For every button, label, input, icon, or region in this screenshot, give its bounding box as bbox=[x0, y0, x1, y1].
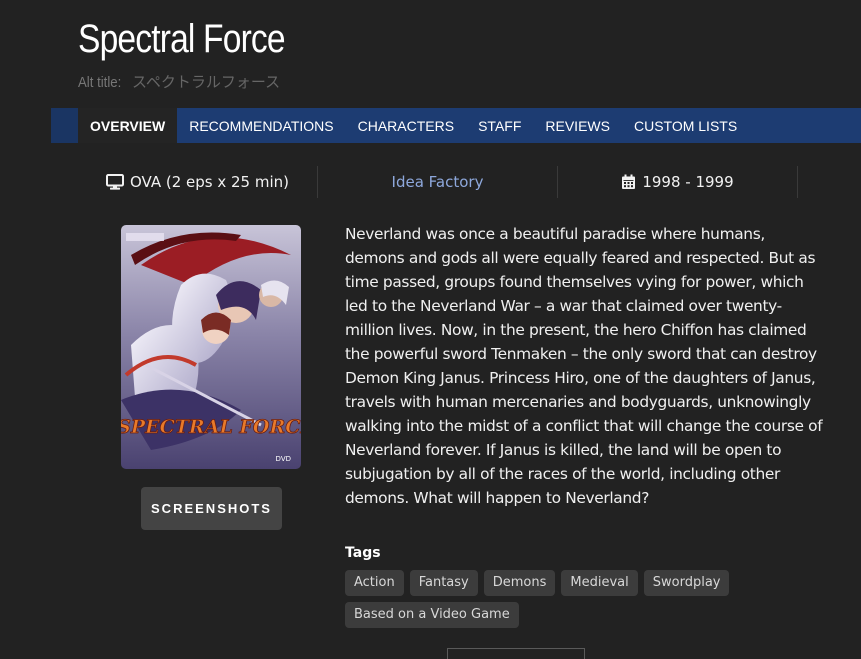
calendar-icon bbox=[622, 174, 636, 189]
tag-demons[interactable]: Demons bbox=[483, 570, 556, 596]
format-info: OVA (2 eps x 25 min) bbox=[78, 166, 318, 198]
years-text: 1998 - 1999 bbox=[642, 173, 734, 191]
alt-title: Alt title: スペクトラルフォース bbox=[78, 71, 280, 92]
cover-logo: SPECTRAL FORCE bbox=[121, 416, 301, 438]
studio-link[interactable]: Idea Factory bbox=[318, 166, 558, 198]
partial-button-below[interactable] bbox=[447, 648, 585, 659]
tab-recommendations[interactable]: RECOMMENDATIONS bbox=[177, 108, 345, 143]
tab-reviews[interactable]: REVIEWS bbox=[533, 108, 622, 143]
alt-title-label: Alt title: bbox=[78, 74, 122, 91]
tags-heading: Tags bbox=[345, 545, 381, 561]
tag-list: Action Fantasy Demons Medieval Swordplay… bbox=[345, 570, 765, 628]
monitor-icon bbox=[105, 174, 124, 190]
tag-based-on-a-video-game[interactable]: Based on a Video Game bbox=[345, 602, 519, 628]
info-bar: OVA (2 eps x 25 min) Idea Factory 1998 -… bbox=[78, 166, 798, 198]
tab-custom-lists[interactable]: CUSTOM LISTS bbox=[622, 108, 749, 143]
tab-staff[interactable]: STAFF bbox=[466, 108, 533, 143]
years-info: 1998 - 1999 bbox=[558, 166, 798, 198]
tab-list: OVERVIEW RECOMMENDATIONS CHARACTERS STAF… bbox=[78, 108, 749, 143]
anime-title: Spectral Force bbox=[78, 17, 286, 61]
tab-characters[interactable]: CHARACTERS bbox=[346, 108, 466, 143]
tab-bar-stub bbox=[51, 108, 78, 143]
svg-text:DVD: DVD bbox=[276, 455, 291, 463]
alt-title-value: スペクトラルフォース bbox=[131, 73, 281, 91]
tab-overview[interactable]: OVERVIEW bbox=[78, 108, 178, 143]
cover-image[interactable]: SPECTRAL FORCE DVD bbox=[121, 225, 301, 469]
synopsis: Neverland was once a beautiful paradise … bbox=[345, 225, 823, 507]
tag-fantasy[interactable]: Fantasy bbox=[409, 570, 478, 596]
tag-action[interactable]: Action bbox=[345, 570, 404, 596]
screenshots-button[interactable]: SCREENSHOTS bbox=[141, 487, 282, 530]
format-text: OVA (2 eps x 25 min) bbox=[129, 173, 289, 191]
tag-medieval[interactable]: Medieval bbox=[561, 570, 638, 596]
cover-art: SPECTRAL FORCE DVD bbox=[121, 225, 301, 469]
tag-swordplay[interactable]: Swordplay bbox=[643, 570, 730, 596]
